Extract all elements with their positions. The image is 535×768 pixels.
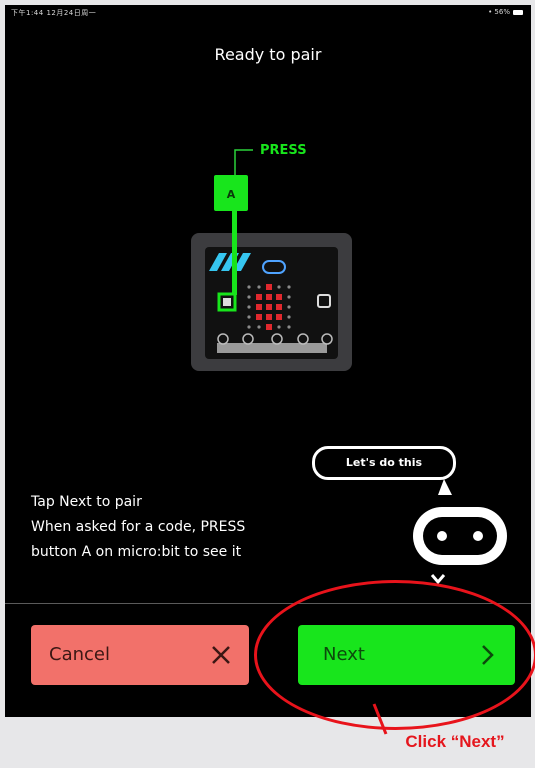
press-connector	[234, 149, 253, 175]
close-icon	[212, 646, 230, 664]
highlight-line	[232, 209, 237, 295]
instruction-line-3: button A on micro:bit to see it	[31, 544, 242, 560]
callout-text: Click “Next”	[405, 732, 505, 751]
instruction-line-1: Tap Next to pair	[31, 494, 142, 510]
cancel-button[interactable]: Cancel	[31, 625, 249, 685]
cancel-button-label: Cancel	[49, 644, 110, 665]
instructions: Tap Next to pair When asked for a code, …	[31, 490, 361, 565]
button-a-icon	[223, 298, 231, 306]
press-label: PRESS	[260, 143, 307, 158]
button-a-label: A	[227, 188, 236, 201]
instruction-line-2: When asked for a code, PRESS	[31, 519, 246, 535]
bubble-tail	[438, 479, 452, 495]
microbit-illustration: PRESS A	[191, 143, 352, 371]
robot-mascot-icon	[413, 479, 507, 585]
